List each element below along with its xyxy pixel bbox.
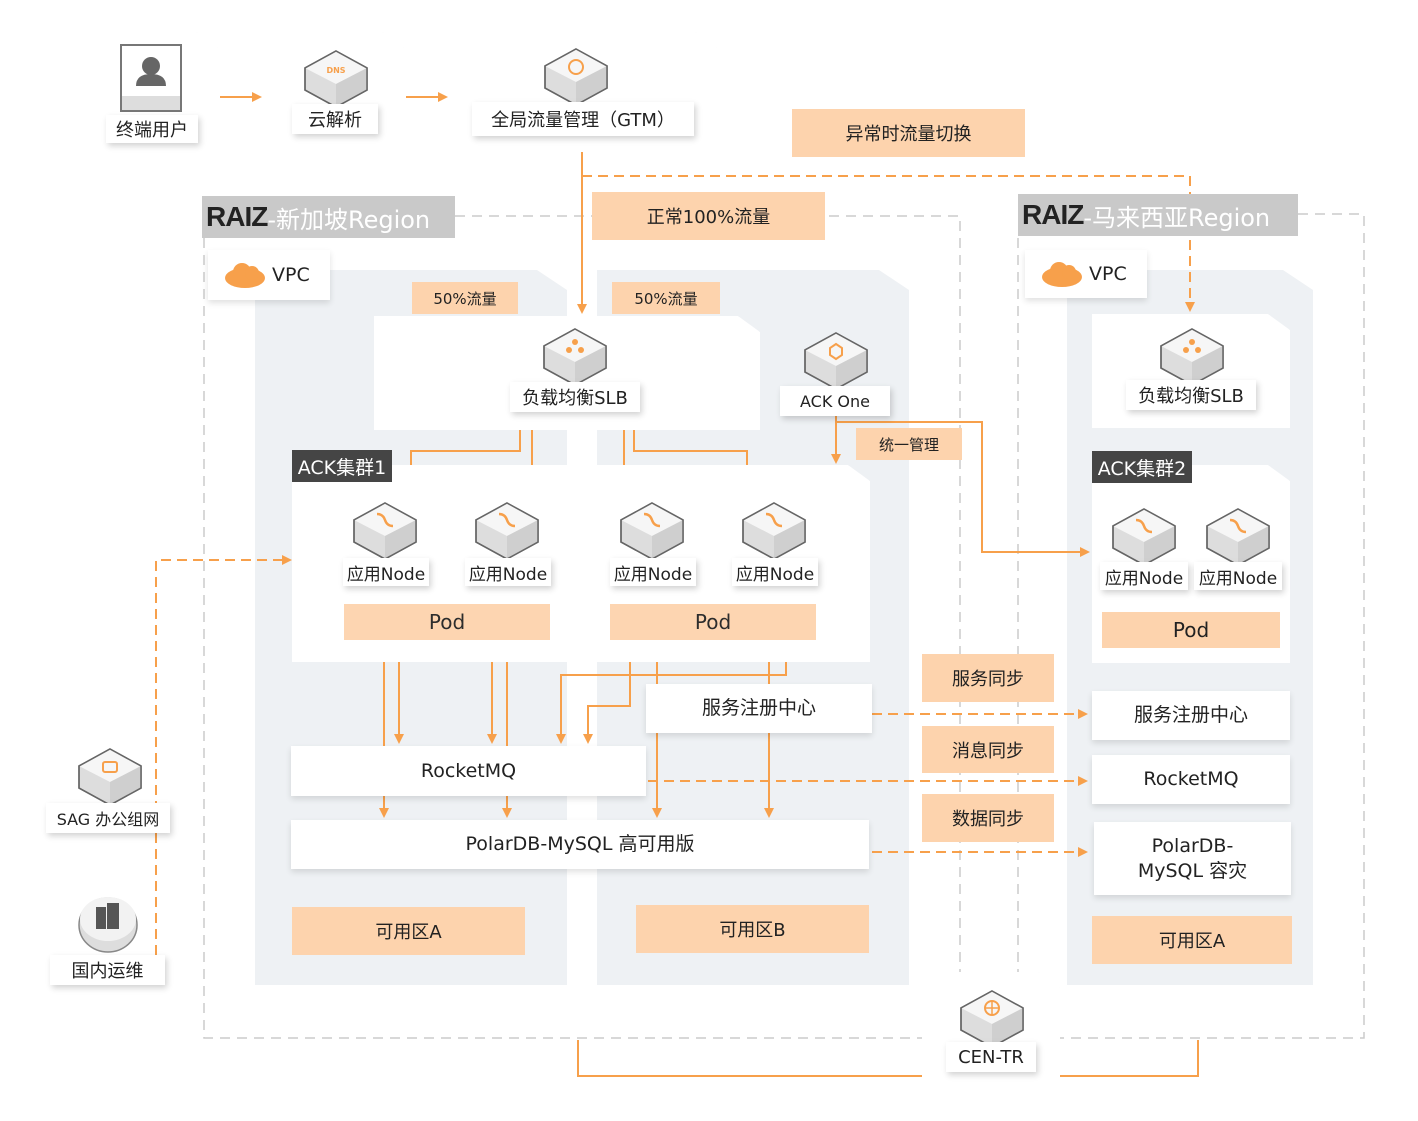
my-registry[interactable]: 服务注册中心 xyxy=(1092,691,1290,740)
slb-icon xyxy=(1160,328,1224,386)
app-node[interactable]: 应用Node xyxy=(610,558,696,586)
ack-cluster-1-label: ACK集群1 xyxy=(292,450,392,482)
user-icon xyxy=(120,44,182,112)
normal-flow-label: 正常100%流量 xyxy=(592,192,825,240)
brand-logo: RAIZ xyxy=(1022,199,1084,230)
my-vpc: VPC xyxy=(1025,250,1147,298)
brand-logo: RAIZ xyxy=(206,201,268,232)
node-icon xyxy=(620,502,684,560)
service-sync-label: 服务同步 xyxy=(922,654,1054,702)
node-icon xyxy=(1206,508,1270,566)
gtm-label: 全局流量管理（GTM） xyxy=(472,102,694,136)
cloud-icon xyxy=(1042,262,1082,287)
dns-icon: DNS xyxy=(304,50,368,108)
app-node[interactable]: 应用Node xyxy=(465,558,551,586)
office-building-icon xyxy=(78,897,138,953)
node-icon xyxy=(1112,508,1176,566)
app-node[interactable]: 应用Node xyxy=(732,558,818,586)
flow-a-label: 50%流量 xyxy=(412,282,518,314)
sg-slb-label: 负载均衡SLB xyxy=(510,382,640,412)
sag-icon xyxy=(78,748,142,806)
cen-tr-label: CEN-TR xyxy=(946,1042,1036,1072)
cloud-icon xyxy=(225,263,265,288)
pod-b[interactable]: Pod xyxy=(610,604,816,640)
node-icon xyxy=(475,502,539,560)
svg-text:DNS: DNS xyxy=(326,66,345,75)
unified-mgmt-label: 统一管理 xyxy=(856,428,962,460)
app-node[interactable]: 应用Node xyxy=(343,558,429,586)
my-slb-label: 负载均衡SLB xyxy=(1126,380,1256,410)
my-pod[interactable]: Pod xyxy=(1102,612,1280,648)
message-sync-label: 消息同步 xyxy=(922,726,1054,773)
sag-label: SAG 办公组网 xyxy=(46,803,170,833)
app-node[interactable]: 应用Node xyxy=(1100,562,1188,590)
cen-globe-icon xyxy=(960,990,1024,1048)
sg-region-name: -新加坡Region xyxy=(267,205,431,234)
node-icon xyxy=(742,502,806,560)
end-user-label: 终端用户 xyxy=(106,115,198,143)
my-zone-a-label: 可用区A xyxy=(1092,916,1292,964)
zone-a-label: 可用区A xyxy=(292,907,525,955)
ack-cluster-2-label: ACK集群2 xyxy=(1092,451,1192,483)
sg-vpc: VPC xyxy=(208,250,330,300)
my-rocketmq[interactable]: RocketMQ xyxy=(1092,755,1290,804)
gtm-icon xyxy=(544,48,608,106)
pod-a[interactable]: Pod xyxy=(344,604,550,640)
flow-b-label: 50%流量 xyxy=(612,282,720,314)
slb-icon xyxy=(543,328,607,386)
ack-one-icon xyxy=(804,332,868,390)
sg-rocketmq[interactable]: RocketMQ xyxy=(291,746,646,796)
dns-label: 云解析 xyxy=(292,104,378,134)
node-icon xyxy=(353,502,417,560)
my-polardb[interactable]: PolarDB-MySQL 容灾 xyxy=(1094,822,1291,895)
my-region-header: RAIZ -马来西亚Region xyxy=(1018,194,1298,236)
sg-region-header: RAIZ -新加坡Region xyxy=(202,196,455,238)
sg-registry[interactable]: 服务注册中心 xyxy=(646,684,872,733)
data-sync-label: 数据同步 xyxy=(922,794,1054,842)
ops-label: 国内运维 xyxy=(50,955,165,985)
failover-label: 异常时流量切换 xyxy=(792,109,1025,157)
my-region-name: -马来西亚Region xyxy=(1083,203,1271,232)
ack-one-label: ACK One xyxy=(780,386,890,416)
zone-b-label: 可用区B xyxy=(636,905,869,953)
sg-polardb[interactable]: PolarDB-MySQL 高可用版 xyxy=(291,820,869,869)
app-node[interactable]: 应用Node xyxy=(1194,562,1282,590)
